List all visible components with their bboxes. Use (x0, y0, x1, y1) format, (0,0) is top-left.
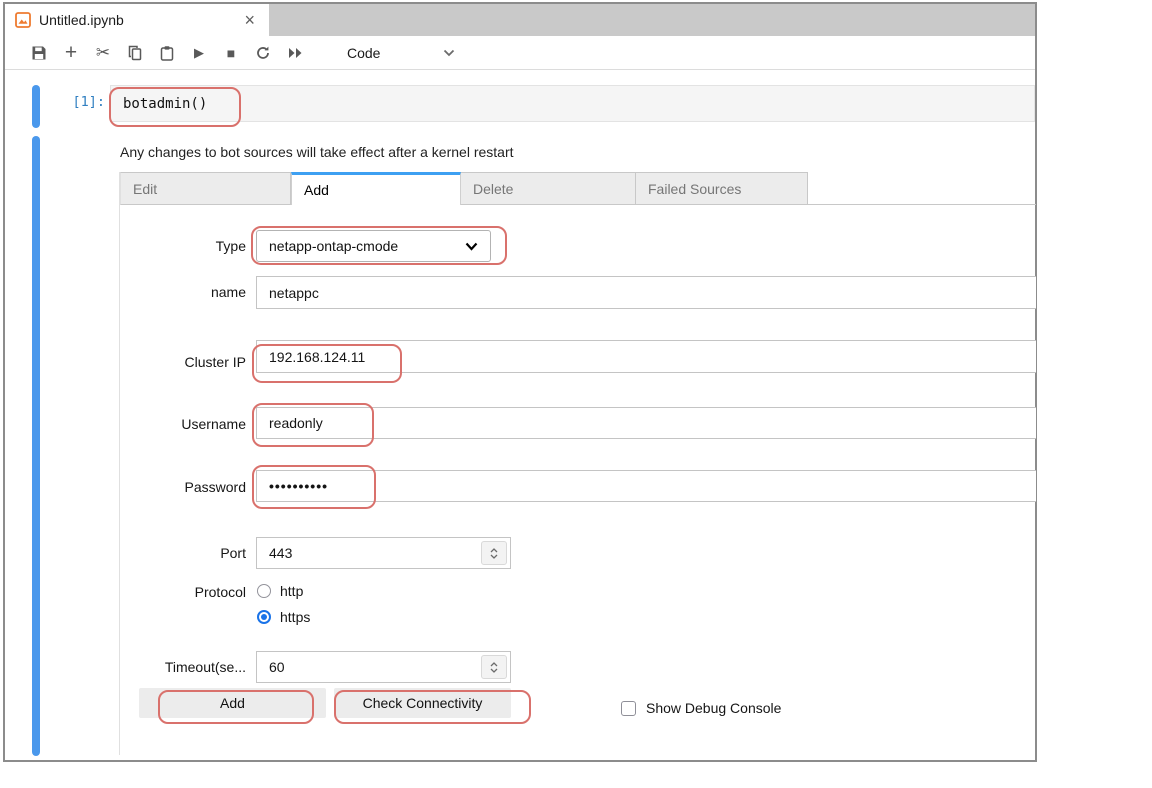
username-label: Username (120, 416, 246, 432)
output-collapser[interactable] (32, 136, 40, 756)
cell-type-dropdown[interactable]: Code (341, 40, 461, 66)
check-connectivity-button[interactable]: Check Connectivity (334, 688, 511, 718)
protocol-option-http: http (257, 581, 303, 601)
cluster-ip-label: Cluster IP (120, 354, 246, 370)
tab-strip-filler (808, 172, 1036, 205)
save-icon[interactable] (23, 39, 55, 67)
chevron-down-icon (465, 242, 478, 251)
paste-cell-icon[interactable] (151, 39, 183, 67)
cell-type-value: Code (347, 45, 380, 61)
copy-cell-icon[interactable] (119, 39, 151, 67)
notebook-toolbar: + ✂ ▶ ■ (5, 36, 1035, 70)
timeout-label: Timeout(se... (120, 659, 246, 675)
code-cell-editor[interactable]: botadmin() (110, 85, 1035, 122)
name-input[interactable] (256, 276, 1036, 309)
number-spinner-icon[interactable] (481, 541, 507, 565)
radio-http-label: http (280, 583, 303, 599)
cluster-ip-input[interactable] (256, 340, 1036, 373)
execution-count: [1]: (19, 94, 105, 110)
port-input[interactable] (256, 537, 511, 569)
password-label: Password (120, 479, 246, 495)
panel-tab-strip: Edit Add Delete Failed Sources (120, 172, 1036, 205)
run-all-icon[interactable] (279, 39, 311, 67)
restart-kernel-icon[interactable] (247, 39, 279, 67)
tab-edit[interactable]: Edit (120, 172, 291, 205)
port-label: Port (120, 545, 246, 561)
radio-https[interactable] (257, 610, 271, 624)
number-spinner-icon[interactable] (481, 655, 507, 679)
username-input[interactable] (256, 407, 1036, 439)
stop-icon[interactable]: ■ (215, 39, 247, 67)
password-input[interactable] (256, 470, 1036, 502)
radio-http[interactable] (257, 584, 271, 598)
tab-bar: Untitled.ipynb × (5, 4, 1035, 36)
screenshot-canvas: Untitled.ipynb × + ✂ (0, 0, 1152, 788)
name-label: name (120, 284, 246, 300)
port-field (256, 537, 511, 569)
jupyter-window: Untitled.ipynb × + ✂ (3, 2, 1037, 762)
protocol-label: Protocol (120, 584, 246, 600)
tab-add[interactable]: Add (291, 172, 461, 205)
type-select-value: netapp-ontap-cmode (269, 238, 398, 254)
show-debug-console-checkbox[interactable] (621, 701, 636, 716)
show-debug-console-label: Show Debug Console (646, 700, 781, 716)
add-cell-icon[interactable]: + (55, 39, 87, 67)
chevron-down-icon (443, 49, 455, 57)
output-message: Any changes to bot sources will take eff… (120, 144, 514, 160)
timeout-input[interactable] (256, 651, 511, 683)
type-label: Type (120, 238, 246, 254)
run-icon[interactable]: ▶ (183, 39, 215, 67)
radio-https-label: https (280, 609, 310, 625)
botadmin-panel: Edit Add Delete Failed Sources Type neta… (119, 172, 1035, 755)
notebook-tab[interactable]: Untitled.ipynb × (5, 4, 269, 36)
cut-cell-icon[interactable]: ✂ (87, 39, 119, 67)
tab-failed-sources[interactable]: Failed Sources (636, 172, 808, 205)
add-button[interactable]: Add (139, 688, 326, 718)
tab-title: Untitled.ipynb (39, 12, 240, 28)
tab-delete[interactable]: Delete (461, 172, 636, 205)
protocol-option-https: https (257, 607, 310, 627)
type-select[interactable]: netapp-ontap-cmode (256, 230, 491, 262)
close-icon[interactable]: × (240, 12, 259, 28)
debug-console-row: Show Debug Console (621, 700, 781, 716)
timeout-field (256, 651, 511, 683)
notebook-icon (15, 12, 31, 28)
cell-source: botadmin() (111, 96, 207, 112)
